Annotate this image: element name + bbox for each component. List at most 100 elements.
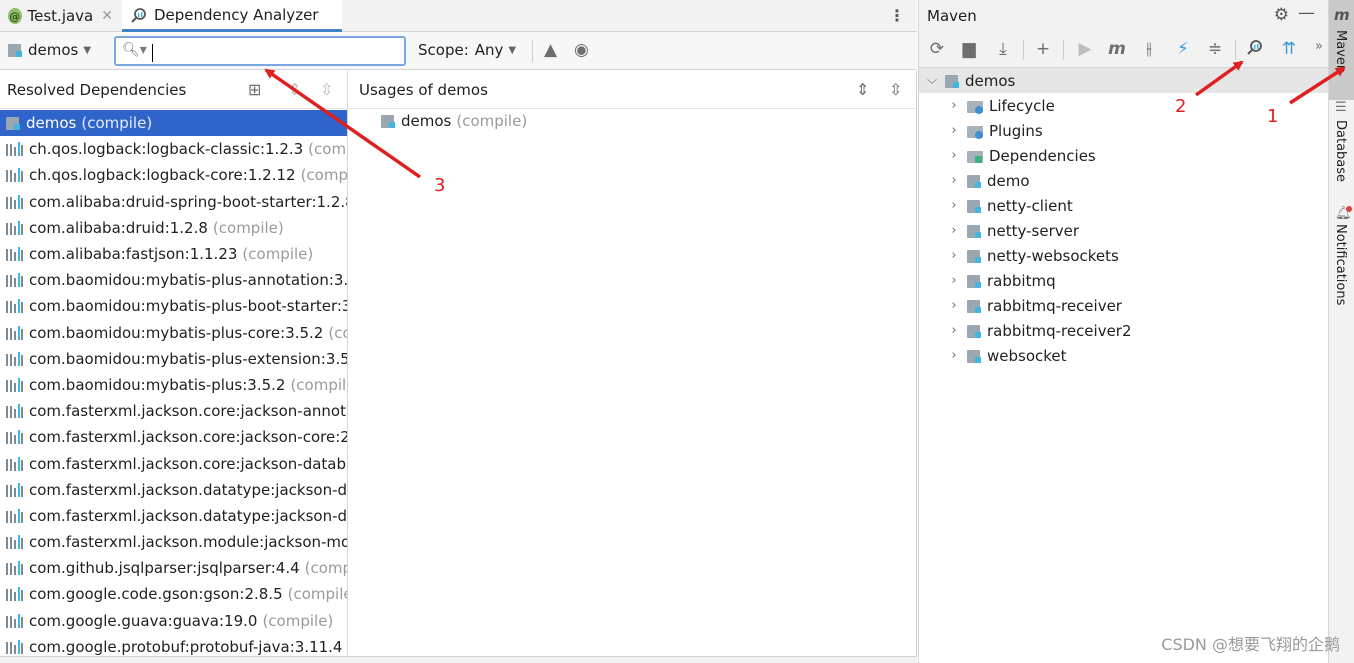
add-folder-icon[interactable]: ▆ [957, 39, 981, 59]
maven-tree-root[interactable]: ⌵ demos [919, 68, 1329, 93]
download-icon[interactable]: ⤓ [991, 39, 1015, 59]
scope-select[interactable]: Scope: Any ▼ [418, 41, 516, 59]
maven-tree-node[interactable]: › netty-websockets [919, 243, 1329, 268]
chevron-right-icon[interactable]: › [947, 298, 961, 313]
dependency-row[interactable]: demos (compile) [0, 110, 347, 137]
toolbar-divider [532, 40, 533, 62]
eye-icon[interactable]: ◉ [574, 40, 589, 60]
dependency-row[interactable]: com.fasterxml.jackson.datatype:jackson-d… [0, 477, 347, 503]
dependency-row[interactable]: com.fasterxml.jackson.core:jackson-core:… [0, 424, 348, 450]
expand-all-icon[interactable]: ⇕ [288, 80, 301, 99]
dependency-row[interactable]: com.fasterxml.jackson.module:jackson-mod… [0, 529, 347, 555]
minimize-icon[interactable]: — [1298, 3, 1315, 23]
skip-tests-icon[interactable]: ⚡ [1171, 39, 1195, 59]
dependency-row[interactable]: com.fasterxml.jackson.core:jackson-annot… [0, 398, 347, 424]
warning-icon[interactable]: ▲ [544, 40, 557, 60]
chevron-right-icon[interactable]: › [947, 123, 961, 138]
search-box[interactable]: 🔍︎▾ [114, 36, 406, 66]
maven-tree-node[interactable]: › netty-client [919, 193, 1329, 218]
gear-icon[interactable]: ⚙ [1274, 5, 1289, 25]
maven-icon: m [1334, 6, 1350, 24]
maven-tree-node[interactable]: › websocket [919, 343, 1329, 368]
tree-node-label: rabbitmq-receiver2 [987, 321, 1132, 340]
library-icon [6, 613, 24, 628]
collapse-all-icon[interactable]: ⇳ [889, 80, 902, 99]
run-icon[interactable]: ▶ [1073, 39, 1097, 59]
group-by-icon[interactable]: ⊞ [248, 80, 261, 99]
usage-item[interactable]: demos (compile) [381, 112, 527, 130]
dependency-name: com.fasterxml.jackson.core:jackson-core:… [29, 428, 348, 447]
chevron-right-icon[interactable]: › [947, 323, 961, 338]
maven-module-icon [967, 248, 981, 264]
dependency-list: demos (compile) ch.qos.logback:logback-cla… [0, 110, 348, 660]
panel-title: Resolved Dependencies [7, 81, 187, 99]
collapse-icon[interactable]: ≑ [1203, 39, 1227, 59]
dependency-row[interactable]: ch.qos.logback:logback-core:1.2.12(compi… [0, 162, 348, 188]
dependency-row[interactable]: com.alibaba:druid:1.2.8 (compile) [0, 215, 347, 241]
maven-goal-icon[interactable]: m [1105, 39, 1129, 59]
maven-tree-node[interactable]: › netty-server [919, 218, 1329, 243]
maven-tree-node[interactable]: › Plugins [919, 118, 1329, 143]
maven-tree-node[interactable]: › Dependencies [919, 143, 1329, 168]
maven-header: Maven ⚙ — [919, 0, 1329, 32]
module-select[interactable]: demos ▼ [8, 41, 91, 59]
lifecycle-folder-icon [967, 99, 984, 114]
maven-tree-node[interactable]: › Lifecycle [919, 93, 1329, 118]
chevron-right-icon[interactable]: › [947, 223, 961, 238]
maven-tree-node[interactable]: › rabbitmq-receiver2 [919, 318, 1329, 343]
library-icon [6, 508, 24, 523]
dependency-row[interactable]: com.alibaba:druid-spring-boot-starter:1.… [0, 189, 347, 215]
search-input[interactable] [152, 41, 402, 61]
chevron-down-icon[interactable]: ⌵ [925, 73, 939, 88]
maven-tree-node[interactable]: › rabbitmq [919, 268, 1329, 293]
collapse-all-icon[interactable]: ⇳ [320, 80, 333, 99]
dependency-row[interactable]: ch.qos.logback:logback-classic:1.2.3 (com… [0, 136, 347, 162]
library-icon [6, 168, 24, 183]
tab-dependency-analyzer[interactable]: Dependency Analyzer [122, 0, 342, 32]
dependency-row[interactable]: com.fasterxml.jackson.core:jackson-datab… [0, 450, 347, 476]
search-icon[interactable]: 🔍︎▾ [122, 42, 147, 58]
dependency-row[interactable]: com.google.code.gson:gson:2.8.5(compile) [0, 581, 347, 607]
add-icon[interactable]: + [1031, 39, 1055, 59]
dependency-row[interactable]: com.baomidou:mybatis-plus-extension:3.5.… [0, 346, 347, 372]
chevron-right-icon[interactable]: › [947, 173, 961, 188]
maven-module-icon [967, 348, 981, 364]
dependency-row[interactable]: com.github.jsqlparser:jsqlparser:4.4 (com… [0, 555, 347, 581]
dependency-name: com.baomidou:mybatis-plus-core:3.5.2 [29, 323, 324, 342]
chevron-right-icon[interactable]: › [947, 148, 961, 163]
reload-icon[interactable]: ⟳ [925, 39, 949, 59]
dependency-row[interactable]: com.baomidou:mybatis-plus-annotation:3.5… [0, 267, 347, 293]
maven-tree-node[interactable]: › demo [919, 168, 1329, 193]
toggle-offline-icon[interactable]: ⫲ [1137, 39, 1161, 59]
close-icon[interactable]: ✕ [101, 8, 113, 24]
analyze-dependencies-icon[interactable] [1243, 39, 1267, 60]
dependency-scope: (compile) [290, 375, 347, 394]
maven-tool-window: Maven ⚙ — ⟳ ▆ ⤓ + ▶ m ⫲ ⚡ ≑ ⇈ » ⌵ demos … [918, 0, 1329, 663]
chevron-right-icon[interactable]: › [947, 348, 961, 363]
strip-tab-maven[interactable]: m Maven [1329, 0, 1354, 100]
chevron-right-icon[interactable]: › [947, 198, 961, 213]
maven-project-tree: ⌵ demos › Lifecycle › Plugins › Dependencies ›… [919, 68, 1329, 368]
strip-tab-database[interactable]: Database [1333, 120, 1348, 182]
library-icon [6, 351, 24, 366]
dependency-name: demos [26, 114, 77, 133]
more-options-icon[interactable]: ⋮ [889, 6, 905, 25]
expand-all-icon[interactable]: ⇕ [856, 80, 869, 99]
show-diagram-icon[interactable]: ⇈ [1277, 39, 1301, 59]
chevron-right-icon[interactable]: › [947, 273, 961, 288]
dependency-row[interactable]: com.fasterxml.jackson.datatype:jackson-d… [0, 503, 347, 529]
dependency-scope: (compile) [300, 166, 348, 185]
dependency-row[interactable]: com.baomidou:mybatis-plus-boot-starter:3… [0, 293, 347, 319]
chevron-right-icon[interactable]: › [947, 98, 961, 113]
dependency-scope: (compile) [81, 114, 153, 133]
dependency-row[interactable]: com.alibaba:fastjson:1.1.23 (compile) [0, 241, 347, 267]
maven-tree-node[interactable]: › rabbitmq-receiver [919, 293, 1329, 318]
dependency-row[interactable]: com.google.guava:guava:19.0 (compile) [0, 608, 347, 634]
tab-test-java[interactable]: @ Test.java ✕ [0, 0, 121, 32]
dependency-row[interactable]: com.baomidou:mybatis-plus-core:3.5.2(com… [0, 320, 347, 346]
chevron-right-icon[interactable]: › [947, 248, 961, 263]
strip-tab-notifications[interactable]: Notifications [1333, 224, 1348, 305]
right-tool-strip: m Maven ☰ Database 🔔︎ Notifications [1328, 0, 1354, 663]
dependency-row[interactable]: com.baomidou:mybatis-plus:3.5.2(compile) [0, 372, 347, 398]
dependency-scope: (compile) [347, 638, 348, 656]
